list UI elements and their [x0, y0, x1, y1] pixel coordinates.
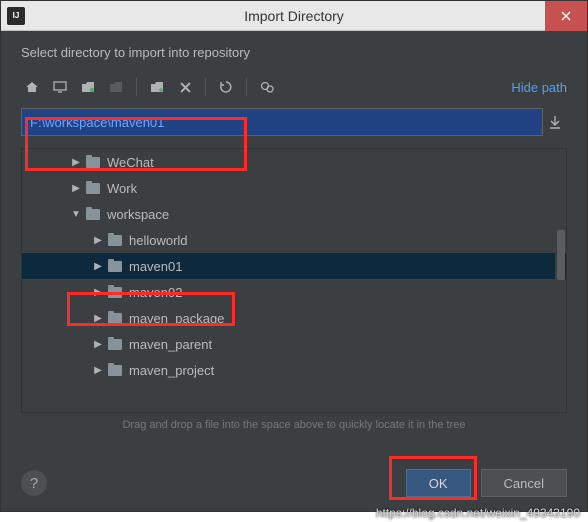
- folder-icon: [108, 339, 122, 350]
- window-title: Import Directory: [244, 8, 344, 24]
- watermark: https://blog.csdn.net/weixin_49343190: [376, 506, 580, 520]
- folder-icon: [86, 209, 100, 220]
- tree-item-label: maven_package: [129, 311, 224, 326]
- chevron-right-icon[interactable]: ▶: [92, 287, 104, 298]
- folder-icon: [86, 183, 100, 194]
- chevron-right-icon[interactable]: ▶: [70, 183, 82, 194]
- tree-item-label: workspace: [107, 207, 169, 222]
- tree-item[interactable]: ▶ maven01: [22, 253, 566, 279]
- app-icon: IJ: [7, 7, 25, 25]
- home-icon[interactable]: [21, 76, 43, 98]
- tree-item-label: maven_parent: [129, 337, 212, 352]
- tree-item[interactable]: ▼ workspace: [22, 201, 566, 227]
- tree-item[interactable]: ▶ maven_package: [22, 305, 566, 331]
- tree-item-label: Work: [107, 181, 137, 196]
- chevron-right-icon[interactable]: ▶: [92, 313, 104, 324]
- tree-item[interactable]: ▶ maven_parent: [22, 331, 566, 357]
- scrollbar-thumb[interactable]: [557, 230, 565, 280]
- footer: ? OK Cancel: [21, 469, 567, 497]
- import-directory-dialog: IJ Import Directory Select directory to …: [0, 0, 588, 512]
- folder-icon: [108, 235, 122, 246]
- button-group: OK Cancel: [406, 469, 567, 497]
- folder-icon: [108, 365, 122, 376]
- folder-icon: [108, 261, 122, 272]
- folder-icon: [86, 157, 100, 168]
- hint-text: Drag and drop a file into the space abov…: [21, 419, 567, 431]
- path-input[interactable]: [21, 108, 543, 136]
- tree-item[interactable]: ▶ WeChat: [22, 149, 566, 175]
- help-button[interactable]: ?: [21, 470, 47, 496]
- close-button[interactable]: [545, 1, 587, 31]
- tree-item-label: maven_project: [129, 363, 214, 378]
- ok-button[interactable]: OK: [406, 469, 471, 497]
- folder-icon: [108, 313, 122, 324]
- instruction-text: Select directory to import into reposito…: [21, 45, 567, 60]
- tree-item-label: WeChat: [107, 155, 154, 170]
- directory-tree: ▶ WeChat ▶ Work ▼ workspace ▶ helloworld ▶ maven0…: [21, 148, 567, 413]
- cancel-label: Cancel: [504, 476, 544, 491]
- tree-item-label: maven02: [129, 285, 182, 300]
- tree-item-label: helloworld: [129, 233, 188, 248]
- titlebar: IJ Import Directory: [1, 1, 587, 31]
- dialog-content: Select directory to import into reposito…: [1, 31, 587, 431]
- chevron-right-icon[interactable]: ▶: [92, 235, 104, 246]
- chevron-down-icon[interactable]: ▼: [70, 209, 82, 220]
- close-icon: [561, 11, 571, 21]
- tree-item[interactable]: ▶ helloworld: [22, 227, 566, 253]
- hide-path-link[interactable]: Hide path: [511, 80, 567, 95]
- tree-item[interactable]: ▶ Work: [22, 175, 566, 201]
- show-hidden-icon[interactable]: [256, 76, 278, 98]
- chevron-right-icon[interactable]: ▶: [70, 157, 82, 168]
- scrollbar[interactable]: [555, 150, 565, 411]
- chevron-right-icon[interactable]: ▶: [92, 261, 104, 272]
- tree-item[interactable]: ▶ maven_project: [22, 357, 566, 383]
- ok-label: OK: [429, 476, 448, 491]
- separator: [205, 78, 206, 96]
- cancel-button[interactable]: Cancel: [481, 469, 567, 497]
- history-icon[interactable]: [549, 115, 567, 129]
- desktop-icon[interactable]: [49, 76, 71, 98]
- project-icon[interactable]: [77, 76, 99, 98]
- new-folder-icon[interactable]: [146, 76, 168, 98]
- refresh-icon[interactable]: [215, 76, 237, 98]
- toolbar: Hide path: [21, 74, 567, 100]
- chevron-right-icon[interactable]: ▶: [92, 339, 104, 350]
- separator: [136, 78, 137, 96]
- folder-icon: [108, 287, 122, 298]
- module-icon: [105, 76, 127, 98]
- tree-item-label: maven01: [129, 259, 182, 274]
- chevron-right-icon[interactable]: ▶: [92, 365, 104, 376]
- path-row: [21, 108, 567, 136]
- separator: [246, 78, 247, 96]
- tree-item[interactable]: ▶ maven02: [22, 279, 566, 305]
- delete-icon[interactable]: [174, 76, 196, 98]
